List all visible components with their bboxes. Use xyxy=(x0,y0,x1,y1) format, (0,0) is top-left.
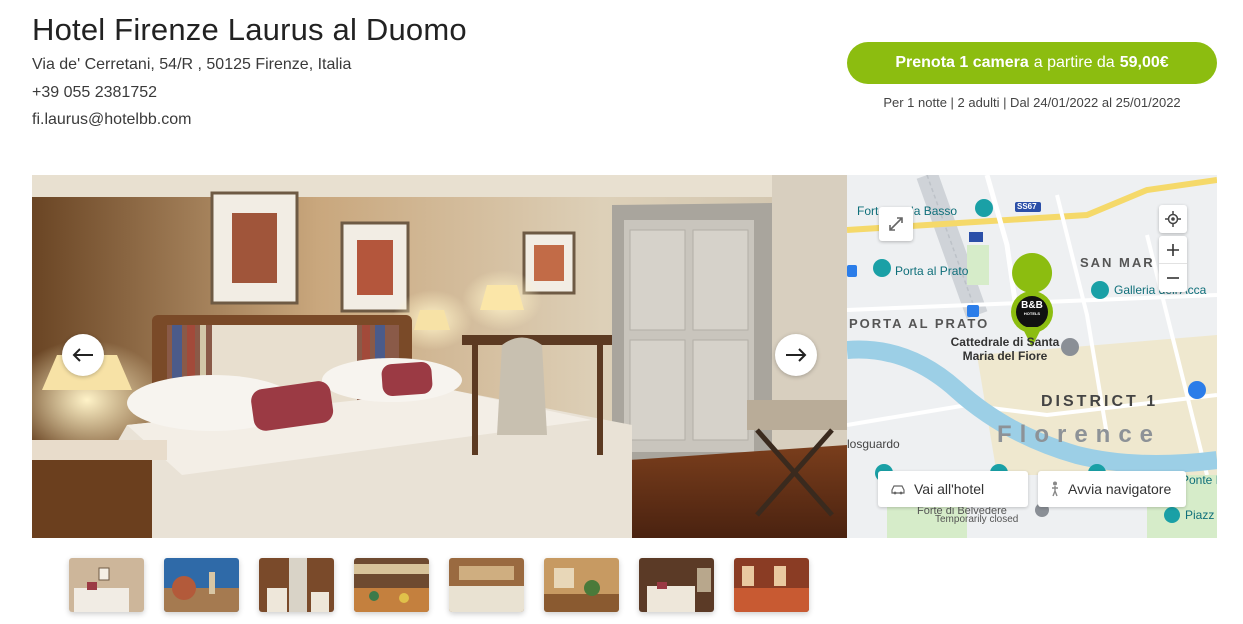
thumbnail-restaurant-image xyxy=(734,558,809,612)
map-label-forte-status: Temporarily closed xyxy=(935,514,1019,525)
map-label-porta-prato-area: PORTA AL PRATO xyxy=(849,316,990,331)
book-button-from: a partire da xyxy=(1033,54,1115,71)
thumbnail-room-image xyxy=(69,558,144,612)
book-button-label: Prenota 1 camera xyxy=(895,54,1029,71)
hotel-phone[interactable]: +39 055 2381752 xyxy=(32,84,157,102)
gallery-next-button[interactable] xyxy=(775,334,817,376)
thumbnail-duomo-image xyxy=(164,558,239,612)
pin-sublabel: HOTELS xyxy=(1023,311,1041,316)
gallery-thumbnails xyxy=(69,558,809,612)
map-label-bellosguardo: losguardo xyxy=(847,437,900,451)
plus-icon xyxy=(1167,243,1179,256)
go-to-hotel-label: Vai all'hotel xyxy=(914,481,985,497)
car-icon xyxy=(891,485,905,495)
minus-icon xyxy=(1167,277,1179,279)
thumbnail-3[interactable] xyxy=(259,558,334,612)
arrow-left-icon xyxy=(72,348,93,362)
thumbnail-2[interactable] xyxy=(164,558,239,612)
thumbnail-room-image xyxy=(259,558,334,612)
map-fullscreen-button[interactable] xyxy=(879,207,913,241)
zoom-out-button[interactable] xyxy=(1159,264,1187,292)
thumbnail-6[interactable] xyxy=(544,558,619,612)
thumbnail-8[interactable] xyxy=(734,558,809,612)
walking-person-icon xyxy=(1052,481,1058,497)
map-label-porta-prato: Porta al Prato xyxy=(895,264,969,278)
map-label-district: DISTRICT 1 xyxy=(1041,393,1159,410)
hotel-email[interactable]: fi.laurus@hotelbb.com xyxy=(32,111,191,129)
expand-icon xyxy=(889,217,903,231)
start-navigator-label: Avvia navigatore xyxy=(1068,481,1172,497)
map-zoom-controls xyxy=(1159,236,1187,292)
map-label-piazza: Piazz xyxy=(1185,508,1215,522)
bb-hotel-pin[interactable]: B&B HOTELS xyxy=(1016,300,1048,317)
thumbnail-1[interactable] xyxy=(69,558,144,612)
thumbnail-breakfast-room-image xyxy=(449,558,524,612)
thumbnail-breakfast-image xyxy=(354,558,429,612)
map-label-ss67: SS67 xyxy=(1017,202,1037,211)
book-room-button[interactable]: Prenota 1 camera a partire da 59,00€ xyxy=(847,42,1217,84)
thumbnail-4[interactable] xyxy=(354,558,429,612)
arrow-right-icon xyxy=(786,348,807,362)
go-to-hotel-button[interactable]: Vai all'hotel xyxy=(878,471,1028,507)
map-label-cathedral: Cattedrale di Santa Maria del Fiore xyxy=(950,335,1060,363)
pin-label: B&B xyxy=(1021,300,1043,311)
photo-gallery[interactable] xyxy=(32,175,847,538)
map-locate-button[interactable] xyxy=(1159,205,1187,233)
thumbnail-7[interactable] xyxy=(639,558,714,612)
zoom-in-button[interactable] xyxy=(1159,236,1187,264)
thumbnail-5[interactable] xyxy=(449,558,524,612)
locate-icon xyxy=(1165,211,1181,227)
map-label-ponte: Ponte B xyxy=(1181,473,1217,487)
thumbnail-room-image xyxy=(639,558,714,612)
hotel-map[interactable]: Fortezza da Basso SS67 Porta al Prato PO… xyxy=(847,175,1217,538)
start-navigator-button[interactable]: Avvia navigatore xyxy=(1038,471,1186,507)
map-label-city: Florence xyxy=(997,421,1162,448)
hotel-name: Hotel Firenze Laurus al Duomo xyxy=(32,12,467,47)
hotel-room-photo xyxy=(32,175,847,538)
hotel-address: Via de' Cerretani, 54/R , 50125 Firenze,… xyxy=(32,56,352,73)
book-button-price: 59,00€ xyxy=(1119,54,1169,71)
map-label-san-marco: SAN MAR xyxy=(1080,255,1155,270)
thumbnail-lobby-image xyxy=(544,558,619,612)
booking-details: Per 1 notte | 2 adulti | Dal 24/01/2022 … xyxy=(883,95,1181,110)
gallery-prev-button[interactable] xyxy=(62,334,104,376)
